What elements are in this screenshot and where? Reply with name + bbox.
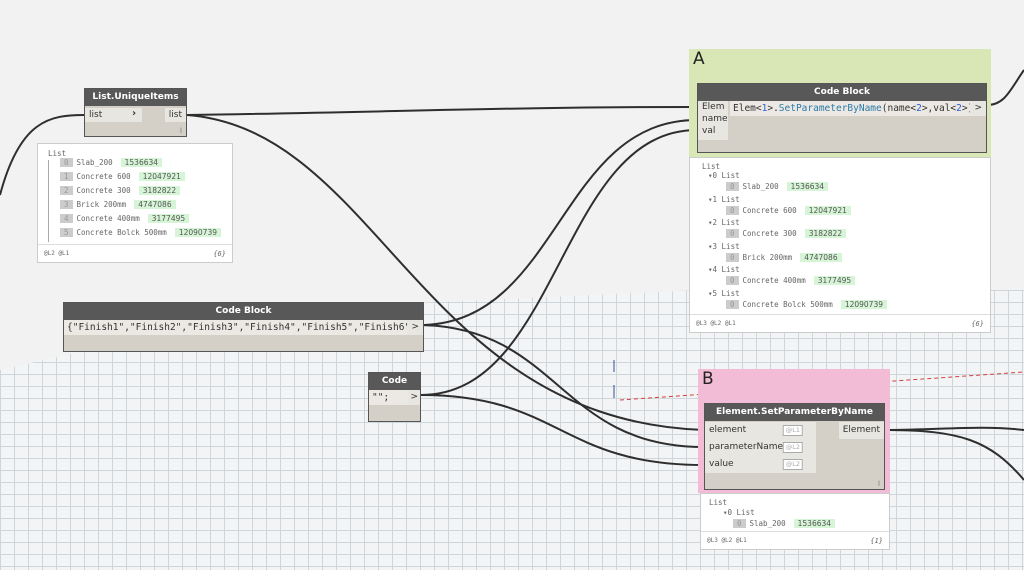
node-title: Code Block (369, 373, 420, 403)
sublist-header[interactable]: ▾3 List (708, 242, 740, 251)
list-item: 2 Concrete 300 3182822 (60, 186, 181, 195)
input-port-elem[interactable]: Elem (698, 101, 729, 113)
lacing-indicator: l (878, 480, 880, 488)
list-item: 0 Concrete 400mm 3177495 (726, 276, 856, 285)
wire-list-to-elem (186, 106, 698, 116)
set-parameter-code-block-node[interactable]: Code Block Elem name val Elem<1>.SetPara… (697, 83, 987, 153)
node-title: Element.SetParameterByName (705, 404, 884, 421)
output-port-list[interactable]: list (164, 108, 186, 122)
list-unique-items-node[interactable]: List.UniqueItems list › list l (84, 88, 187, 137)
code-input[interactable]: {"Finish1","Finish2","Finish3","Finish4"… (64, 320, 422, 335)
group-a-preview: List ▾0 List 0 Slab_200 1536634 ▾1 List 0 Conc… (689, 157, 991, 333)
lacing-dropdown[interactable]: @L1 (782, 425, 803, 436)
empty-code-block-node[interactable]: Code Block ""; > (368, 372, 421, 422)
list-item: 0 Concrete 300 3182822 (726, 229, 847, 238)
element-set-parameter-node[interactable]: Element.SetParameterByName element @L1 pa… (704, 403, 885, 490)
lacing-dropdown[interactable]: @L2 (782, 442, 803, 453)
sublist-header[interactable]: ▾2 List (708, 218, 740, 227)
list-item: 3 Brick 200mm 4747086 (60, 200, 176, 209)
wire-codeblock-out (986, 69, 1024, 106)
lacing-dropdown[interactable]: @L2 (782, 459, 803, 470)
list-item: 0 Slab_200 1536634 (733, 519, 836, 528)
code-input[interactable]: Elem<1>.SetParameterByName(name<2>,val<2… (730, 101, 979, 116)
unique-items-preview: List 0 Slab_200 1536634 1 Concrete 600 120479… (37, 143, 233, 263)
list-item: 0 Slab_200 1536634 (60, 158, 163, 167)
node-title: List.UniqueItems (85, 89, 186, 106)
sublist-header[interactable]: ▾5 List (708, 289, 740, 298)
sublist-header[interactable]: ▾4 List (708, 265, 740, 274)
list-item: 0 Concrete Bolck 500mm 12090739 (726, 299, 888, 309)
input-port-val[interactable]: val (698, 125, 719, 137)
list-item: 4 Concrete 400mm 3177495 (60, 214, 190, 223)
input-port-element[interactable]: element @L1 (705, 422, 816, 439)
group-label: B (702, 369, 714, 389)
finish-code-block-node[interactable]: Code Block {"Finish1","Finish2","Finish3… (63, 302, 424, 352)
input-port-parametername[interactable]: parameterName @L2 (705, 439, 816, 456)
chevron-right-icon: › (132, 108, 137, 119)
group-b-preview: List ▾0 List 0 Slab_200 1536634 @L3 @L2 @L… (700, 493, 890, 550)
output-port[interactable]: > (407, 320, 423, 335)
list-item: 1 Concrete 600 12047921 (60, 172, 185, 181)
output-port[interactable]: > (408, 390, 420, 405)
lacing-indicator: l (180, 127, 182, 135)
output-port[interactable]: > (970, 101, 986, 116)
list-item: 0 Concrete 600 12047921 (726, 205, 851, 215)
sublist-header[interactable]: ▾1 List (708, 195, 740, 204)
node-title: Code Block (698, 84, 986, 101)
sublist-header[interactable]: ▾0 List (708, 171, 740, 180)
output-port-element[interactable]: Element (838, 422, 884, 439)
input-port-name[interactable]: name (698, 113, 732, 125)
list-item: 0 Slab_200 1536634 (726, 182, 829, 191)
code-input[interactable]: ""; (369, 390, 409, 405)
group-label: A (693, 49, 705, 69)
list-item: 0 Brick 200mm 4747086 (726, 252, 842, 262)
input-port-value[interactable]: value @L2 (705, 456, 816, 473)
list-item: 5 Concrete Bolck 500mm 12090739 (60, 228, 222, 237)
node-title: Code Block (64, 303, 423, 320)
